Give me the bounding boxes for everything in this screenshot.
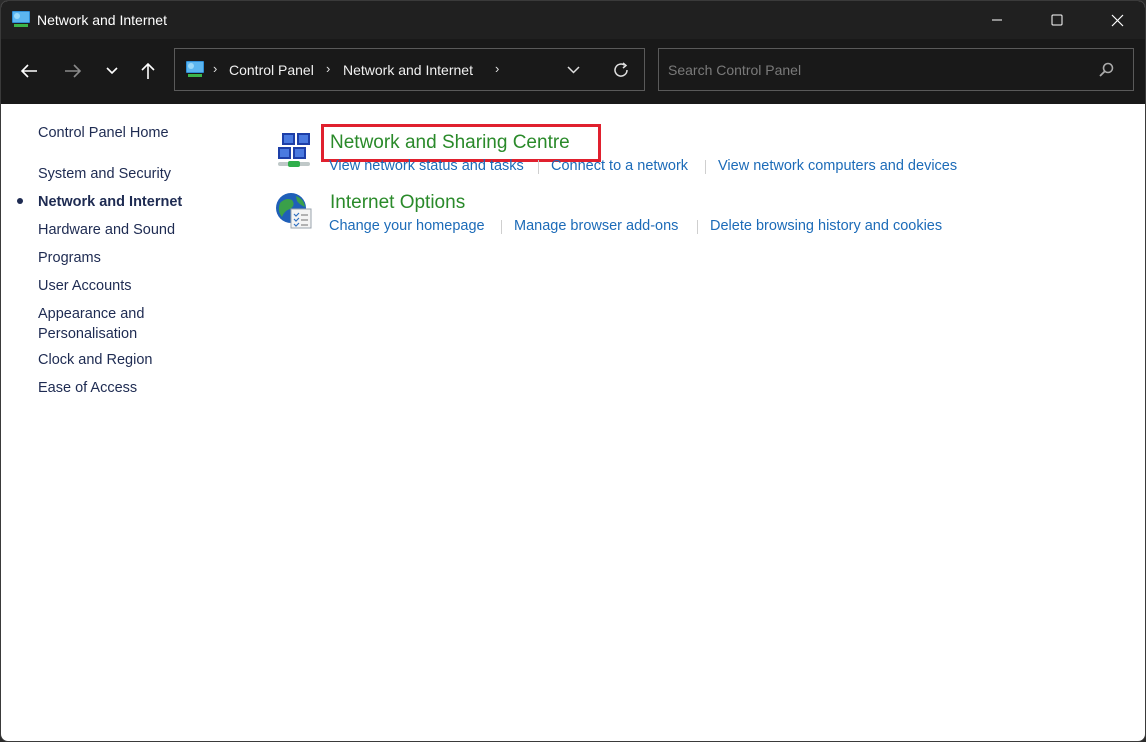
search-icon[interactable] xyxy=(1097,61,1115,79)
window-title: Network and Internet xyxy=(37,12,167,28)
sidebar-item-network-and-internet[interactable]: Network and Internet xyxy=(38,192,182,212)
refresh-icon xyxy=(614,62,628,77)
close-button[interactable] xyxy=(1087,1,1145,39)
arrow-up-icon xyxy=(141,62,155,79)
navigation-bar: › Control Panel › Network and Internet › xyxy=(1,39,1145,104)
task-separator xyxy=(501,220,502,234)
control-panel-window: Network and Internet › Control Panel › N… xyxy=(0,0,1146,742)
sidebar-item-hardware-and-sound[interactable]: Hardware and Sound xyxy=(38,220,175,240)
maximize-button[interactable] xyxy=(1027,1,1087,39)
chevron-down-icon xyxy=(566,66,580,74)
delete-browsing-history-link[interactable]: Delete browsing history and cookies xyxy=(710,218,942,234)
maximize-icon xyxy=(1051,14,1063,26)
task-separator xyxy=(697,220,698,234)
sidebar-item-clock-and-region[interactable]: Clock and Region xyxy=(38,350,152,370)
task-separator xyxy=(705,160,706,174)
manage-browser-addons-link[interactable]: Manage browser add-ons xyxy=(514,218,678,234)
search-box xyxy=(658,48,1134,91)
breadcrumb-separator[interactable]: › xyxy=(495,61,499,76)
control-panel-network-icon xyxy=(186,61,204,77)
arrow-left-icon xyxy=(20,64,37,78)
forward-button[interactable] xyxy=(58,56,88,86)
search-input[interactable] xyxy=(659,49,1089,90)
up-button[interactable] xyxy=(133,56,163,86)
address-dropdown-button[interactable] xyxy=(561,59,585,81)
breadcrumb-separator[interactable]: › xyxy=(326,61,330,76)
back-button[interactable] xyxy=(14,56,44,86)
network-sharing-icon xyxy=(278,133,310,167)
change-homepage-link[interactable]: Change your homepage xyxy=(329,218,485,234)
address-bar[interactable]: › Control Panel › Network and Internet › xyxy=(174,48,645,91)
breadcrumb-separator[interactable]: › xyxy=(213,61,217,76)
sidebar: Control Panel Home System and Security N… xyxy=(1,104,251,741)
control-panel-network-icon xyxy=(12,11,30,27)
chevron-down-icon xyxy=(106,67,118,75)
minimize-button[interactable] xyxy=(967,1,1027,39)
active-item-bullet xyxy=(17,198,23,204)
arrow-right-icon xyxy=(65,64,82,78)
sidebar-item-system-and-security[interactable]: System and Security xyxy=(38,164,171,184)
connect-to-network-link[interactable]: Connect to a network xyxy=(551,158,688,174)
minimize-icon xyxy=(992,19,1002,21)
sidebar-control-panel-home[interactable]: Control Panel Home xyxy=(38,123,169,143)
sidebar-item-programs[interactable]: Programs xyxy=(38,248,101,268)
internet-options-link[interactable]: Internet Options xyxy=(330,192,465,214)
highlight-box xyxy=(321,124,601,162)
view-network-computers-link[interactable]: View network computers and devices xyxy=(718,158,957,174)
sidebar-item-appearance-and-personalisation[interactable]: Appearance and Personalisation xyxy=(38,304,178,344)
internet-options-icon xyxy=(276,193,312,229)
breadcrumb-control-panel[interactable]: Control Panel xyxy=(229,62,314,78)
recent-locations-button[interactable] xyxy=(97,56,127,86)
breadcrumb-network-and-internet[interactable]: Network and Internet xyxy=(343,62,473,78)
sidebar-item-user-accounts[interactable]: User Accounts xyxy=(38,276,132,296)
title-bar: Network and Internet xyxy=(1,1,1145,39)
close-icon xyxy=(1111,14,1123,26)
task-separator xyxy=(538,160,539,174)
refresh-button[interactable] xyxy=(609,58,633,82)
view-network-status-link[interactable]: View network status and tasks xyxy=(329,158,524,174)
sidebar-item-ease-of-access[interactable]: Ease of Access xyxy=(38,378,137,398)
